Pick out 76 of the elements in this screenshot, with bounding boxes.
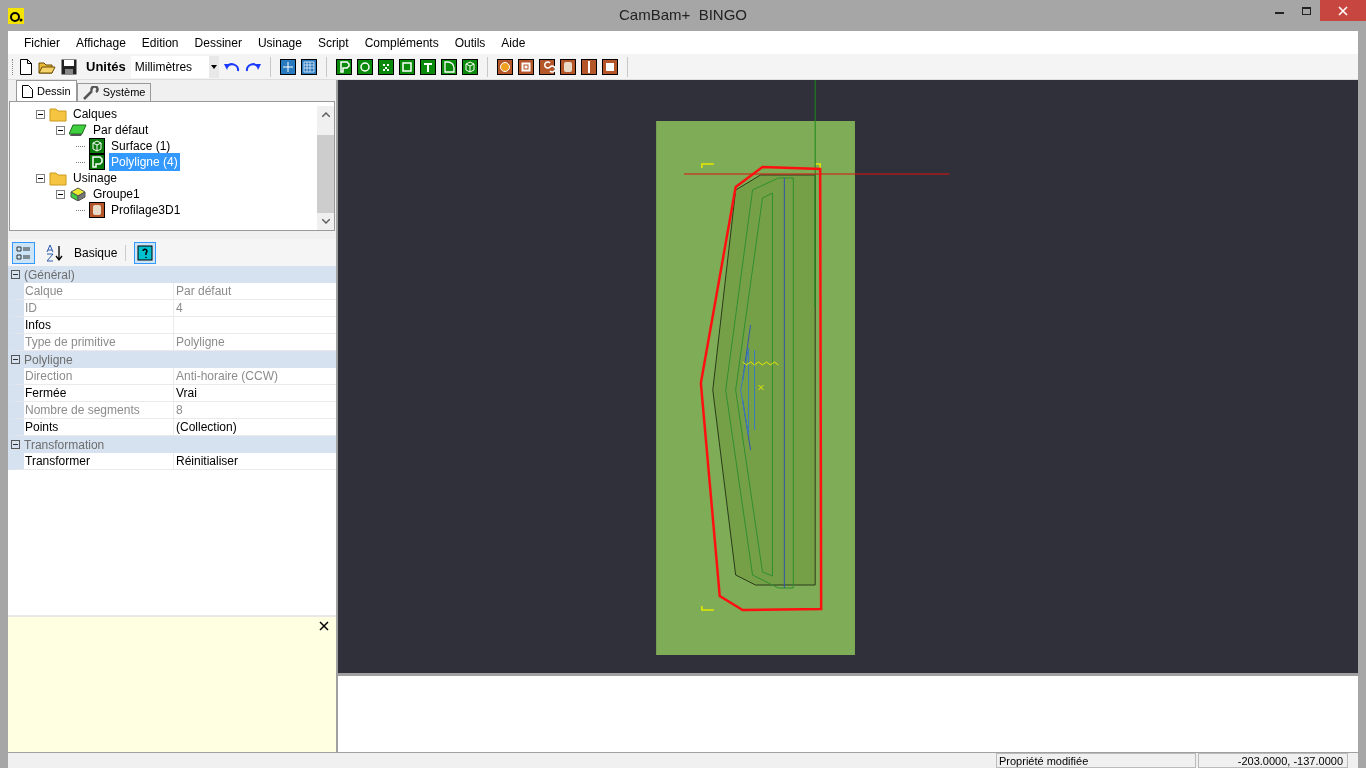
tree-item[interactable]: Par défaut (91, 121, 151, 139)
folder-icon (49, 170, 67, 186)
collapse-icon[interactable] (56, 125, 65, 135)
menu-item[interactable]: Affichage (68, 33, 134, 52)
text-tool-icon[interactable] (419, 58, 436, 75)
menu-item[interactable]: Outils (446, 33, 494, 52)
tree-item[interactable]: Profilage3D1 (109, 201, 183, 219)
tree-item[interactable]: Calques (71, 105, 120, 123)
group-icon (69, 187, 87, 201)
wrench-icon (82, 85, 99, 100)
collapse-icon[interactable] (36, 173, 45, 183)
arc-tool-icon[interactable] (440, 58, 457, 75)
close-icon (1338, 5, 1348, 16)
help-icon[interactable] (134, 241, 157, 264)
units-label: Unités (86, 57, 126, 76)
points-tool-icon[interactable] (377, 58, 394, 75)
snap-icon[interactable] (279, 58, 296, 75)
menu-item[interactable]: Dessiner (186, 33, 250, 52)
menu-item[interactable]: Aide (493, 33, 534, 52)
collapse-icon[interactable] (56, 189, 65, 199)
property-name[interactable]: Fermée (24, 385, 174, 401)
save-icon[interactable] (61, 58, 77, 75)
menu-item[interactable]: Script (309, 33, 357, 52)
property-name[interactable]: Transformer (24, 453, 174, 469)
collapse-icon[interactable] (11, 440, 20, 449)
collapse-icon[interactable] (36, 109, 45, 119)
surface-tool-icon[interactable] (461, 58, 478, 75)
collapse-icon[interactable] (11, 355, 20, 364)
window-title: CamBam+ BINGO (619, 5, 747, 26)
menu-item[interactable]: Edition (133, 33, 187, 52)
document-icon (22, 84, 33, 98)
cursor-coordinates: -203.0000, -137.0000 (1198, 753, 1348, 768)
menu-item[interactable]: Compléments (356, 33, 447, 52)
property-name[interactable]: Infos (24, 317, 174, 333)
new-file-icon[interactable] (19, 58, 33, 75)
panel-tab[interactable]: Système (76, 83, 152, 101)
gcode-icon[interactable] (601, 58, 618, 75)
scroll-down-icon[interactable] (321, 219, 330, 225)
property-name[interactable]: Points (24, 419, 174, 435)
engrave-op-icon[interactable] (538, 58, 555, 75)
undo-icon[interactable] (223, 60, 240, 73)
redo-icon[interactable] (244, 60, 261, 73)
circle-tool-icon[interactable] (356, 58, 373, 75)
property-value[interactable]: Réinitialiser (174, 453, 336, 469)
drill-op-icon[interactable] (496, 58, 513, 75)
scrollbar[interactable] (317, 106, 334, 230)
collapse-icon[interactable] (11, 270, 20, 279)
pocket-op-icon[interactable] (517, 58, 534, 75)
categorized-view-icon[interactable] (12, 241, 35, 264)
layer-icon (69, 123, 87, 137)
property-category[interactable]: Polyligne (24, 350, 73, 369)
basic-mode-label[interactable]: Basique (74, 243, 118, 262)
menu-item[interactable]: Usinage (249, 33, 310, 52)
tree-item[interactable]: Surface (1) (109, 137, 173, 155)
scroll-up-icon[interactable] (321, 111, 330, 117)
property-value[interactable]: Vrai (174, 385, 336, 401)
dropdown-arrow-icon (210, 64, 217, 69)
property-value[interactable]: (Collection) (174, 419, 336, 435)
tree-item[interactable]: Groupe1 (91, 185, 142, 203)
status-message: Propriété modifiée (996, 753, 1196, 768)
grid-icon[interactable] (300, 58, 317, 75)
tool-bit-icon[interactable] (580, 58, 597, 75)
close-icon[interactable] (319, 621, 329, 631)
folder-icon (49, 106, 67, 122)
polyline-tool-icon[interactable] (335, 58, 352, 75)
toolpath-icon (89, 202, 105, 218)
polyline-icon (89, 154, 105, 170)
surface-icon (89, 138, 105, 154)
app-logo-icon (8, 7, 24, 24)
units-dropdown[interactable]: Millimètres (130, 55, 219, 78)
property-category[interactable]: (Général) (24, 265, 75, 284)
profile3d-op-icon[interactable] (559, 58, 576, 75)
panel-tab[interactable]: Dessin (16, 80, 77, 101)
tree-item[interactable]: Usinage (71, 169, 120, 187)
menu-item[interactable]: Fichier (16, 33, 68, 52)
rectangle-tool-icon[interactable] (398, 58, 415, 75)
